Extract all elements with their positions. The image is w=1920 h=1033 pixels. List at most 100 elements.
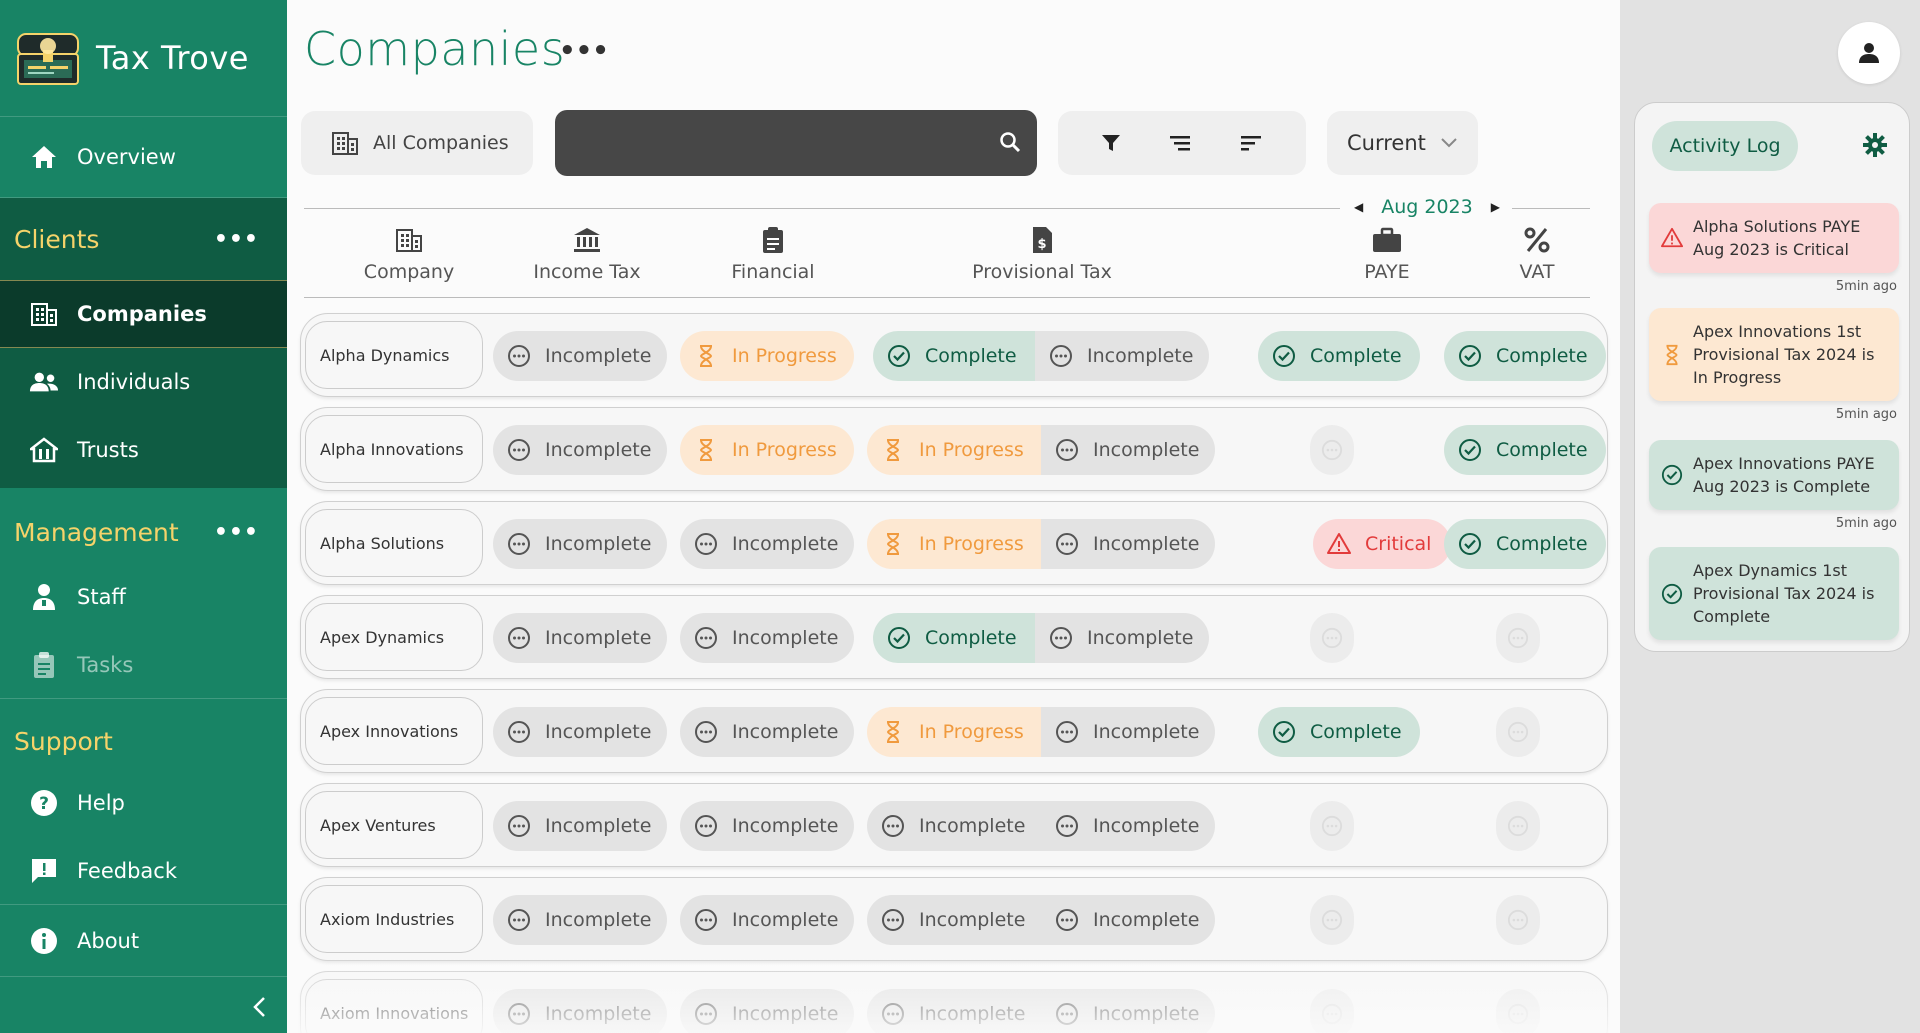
provisional-tax-2-status[interactable]: Incomplete [1041,989,1215,1033]
provisional-tax-1-status[interactable]: Incomplete [867,895,1041,945]
provisional-tax-1-status[interactable]: In Progress [867,707,1041,757]
column-header-financial[interactable]: Financial [677,225,869,283]
financial-status[interactable]: Incomplete [680,519,854,569]
vat-status[interactable]: Complete [1444,331,1606,381]
table-row[interactable]: Apex Dynamics Incomplete Incomplete Complet… [300,595,1608,679]
financial-status[interactable]: Incomplete [680,989,854,1033]
sidebar-item-staff[interactable]: Staff [0,563,287,631]
sidebar-item-overview[interactable]: Overview [0,117,287,198]
activity-log-item[interactable]: Apex Innovations 1st Provisional Tax 202… [1649,308,1899,401]
all-companies-button[interactable]: All Companies [301,111,533,175]
sidebar-item-help[interactable]: ? Help [0,769,287,837]
paye-status[interactable] [1310,613,1354,663]
company-name-button[interactable]: Apex Ventures [305,791,483,859]
financial-status[interactable]: In Progress [680,331,854,381]
table-row[interactable]: Alpha Solutions Incomplete Incomplete In Pr… [300,501,1608,585]
previous-month-icon[interactable]: ◀ [1354,200,1363,214]
vat-status[interactable] [1496,613,1540,663]
income-tax-status[interactable]: Incomplete [493,707,667,757]
brand[interactable]: Tax Trove [0,0,287,117]
financial-status[interactable]: Incomplete [680,613,854,663]
company-name-button[interactable]: Apex Innovations [305,697,483,765]
provisional-tax-2-status[interactable]: Incomplete [1041,707,1215,757]
provisional-tax-2-status[interactable]: Incomplete [1041,425,1215,475]
provisional-tax-1-status[interactable]: In Progress [867,425,1041,475]
column-header-vat[interactable]: VAT [1467,225,1607,283]
provisional-tax-1-status[interactable]: Incomplete [867,801,1041,851]
search-icon[interactable] [999,131,1021,153]
period-select[interactable]: Current [1327,111,1478,175]
provisional-tax-2-status[interactable]: Incomplete [1041,801,1215,851]
gear-icon[interactable] [1863,133,1887,157]
income-tax-status[interactable]: Incomplete [493,989,667,1033]
sidebar-item-about[interactable]: About [0,905,287,977]
income-tax-status[interactable]: Incomplete [493,613,667,663]
table-row[interactable]: Alpha Innovations Incomplete In Progress In… [300,407,1608,491]
company-name-button[interactable]: Alpha Solutions [305,509,483,577]
income-tax-status[interactable]: Incomplete [493,519,667,569]
sidebar-item-individuals[interactable]: Individuals [0,348,287,416]
sidebar-item-tasks[interactable]: Tasks [0,631,287,699]
table-row[interactable]: Alpha Dynamics Incomplete In Progress Compl… [300,313,1608,397]
financial-status[interactable]: Incomplete [680,895,854,945]
vat-status[interactable] [1496,895,1540,945]
company-name-button[interactable]: Axiom Industries [305,885,483,953]
company-name-button[interactable]: Alpha Innovations [305,415,483,483]
vat-status[interactable]: Complete [1444,425,1606,475]
paye-status[interactable]: Critical [1313,519,1451,569]
sidebar-item-feedback[interactable]: Feedback [0,837,287,905]
more-icon[interactable]: ••• [214,227,259,252]
paye-status[interactable] [1310,895,1354,945]
paye-status[interactable]: Complete [1258,331,1420,381]
income-tax-status[interactable]: Incomplete [493,425,667,475]
income-tax-status[interactable]: Incomplete [493,331,667,381]
provisional-tax-2-status[interactable]: Incomplete [1041,895,1215,945]
paye-status[interactable] [1310,989,1354,1033]
collapse-sidebar-icon[interactable] [251,995,267,1025]
financial-status[interactable]: Incomplete [680,801,854,851]
filter-icon[interactable] [1101,133,1121,153]
paye-status[interactable] [1310,425,1354,475]
provisional-tax-2-status[interactable]: Incomplete [1035,613,1209,663]
more-icon[interactable]: ••• [214,520,259,545]
column-header-provisional-tax[interactable]: $ Provisional Tax [877,225,1207,283]
column-header-company[interactable]: Company [304,225,514,283]
paye-status[interactable] [1310,801,1354,851]
activity-log-item[interactable]: Apex Innovations PAYE Aug 2023 is Comple… [1649,440,1899,510]
provisional-tax-1-status[interactable]: Complete [873,613,1035,663]
activity-log-item[interactable]: Alpha Solutions PAYE Aug 2023 is Critica… [1649,203,1899,273]
provisional-tax-2-status[interactable]: Incomplete [1035,331,1209,381]
financial-status[interactable]: Incomplete [680,707,854,757]
provisional-tax-2-status[interactable]: Incomplete [1041,519,1215,569]
activity-log-item[interactable]: Apex Dynamics 1st Provisional Tax 2024 i… [1649,547,1899,640]
activity-log-tab[interactable]: Activity Log [1652,121,1798,171]
provisional-tax-1-status[interactable]: Incomplete [867,989,1041,1033]
sidebar-item-trusts[interactable]: Trusts [0,416,287,484]
vat-status[interactable]: Complete [1444,519,1606,569]
vat-status[interactable] [1496,801,1540,851]
provisional-tax-1-status[interactable]: In Progress [867,519,1041,569]
table-row[interactable]: Apex Innovations Incomplete Incomplete In P… [300,689,1608,773]
financial-status[interactable]: In Progress [680,425,854,475]
vat-status[interactable] [1496,989,1540,1033]
provisional-tax-1-status[interactable]: Complete [873,331,1035,381]
sidebar-item-companies[interactable]: Companies [0,280,287,348]
sort-icon[interactable] [1239,134,1263,152]
company-name-button[interactable]: Axiom Innovations [305,979,483,1033]
income-tax-status[interactable]: Incomplete [493,801,667,851]
company-name-button[interactable]: Apex Dynamics [305,603,483,671]
income-tax-status[interactable]: Incomplete [493,895,667,945]
user-avatar[interactable] [1838,22,1900,84]
table-row[interactable]: Apex Ventures Incomplete Incomplete Incompl… [300,783,1608,867]
vat-status[interactable] [1496,707,1540,757]
paye-status[interactable]: Complete [1258,707,1420,757]
page-more-icon[interactable]: ••• [559,36,609,66]
align-center-icon[interactable] [1168,134,1192,152]
search-input[interactable] [571,126,971,160]
table-row[interactable]: Axiom Innovations Incomplete Incomplete Inc… [300,971,1608,1033]
column-header-paye[interactable]: PAYE [1317,225,1457,283]
table-row[interactable]: Axiom Industries Incomplete Incomplete Inco… [300,877,1608,961]
next-month-icon[interactable]: ▶ [1491,200,1500,214]
company-name-button[interactable]: Alpha Dynamics [305,321,483,389]
column-header-income-tax[interactable]: Income Tax [497,225,677,283]
